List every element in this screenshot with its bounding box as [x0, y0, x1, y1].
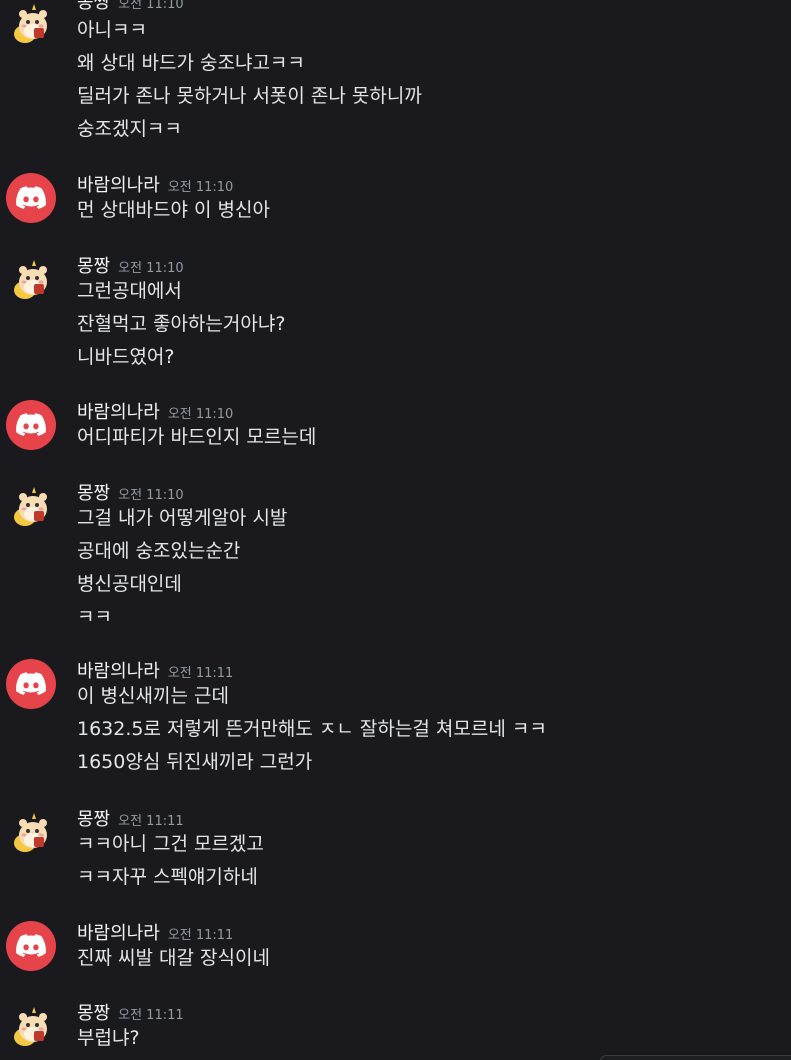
username[interactable]: 바람의나라 — [77, 402, 160, 423]
hamster-avatar-icon[interactable] — [6, 807, 56, 857]
message-header: 몽짱 오전 11:11 — [77, 999, 184, 1024]
timestamp: 오전 11:10 — [118, 488, 184, 503]
message-text: 공대에 숭조있는순간 — [77, 540, 241, 562]
username[interactable]: 몽짱 — [77, 256, 110, 277]
message-header: 바람의나라 오전 11:10 — [77, 171, 234, 196]
timestamp: 오전 11:11 — [118, 1008, 184, 1023]
message-text: 먼 상대바드야 이 병신아 — [77, 199, 270, 221]
message-text: 부럽냐? — [77, 1027, 140, 1049]
message-text: 어디파티가 바드인지 모르는데 — [77, 426, 317, 448]
timestamp: 오전 11:10 — [118, 261, 184, 276]
hamster-avatar-icon[interactable] — [6, 481, 56, 531]
message-text: 병신공대인데 — [77, 573, 182, 595]
username[interactable]: 몽짱 — [77, 1003, 110, 1024]
message-text: 진짜 씨발 대갈 장식이네 — [77, 947, 270, 969]
timestamp: 오전 11:11 — [118, 814, 184, 829]
timestamp: 오전 11:10 — [167, 407, 234, 422]
message-text: 아니ㅋㅋ — [77, 19, 147, 41]
discord-logo-icon[interactable] — [6, 921, 56, 971]
hamster-avatar-icon[interactable] — [6, 1001, 56, 1051]
message-header: 몽짱 오전 11:10 — [77, 479, 184, 504]
message-text: 잔혈먹고 좋아하는거아냐? — [77, 313, 286, 335]
message-text: ㅋㅋ — [77, 606, 112, 628]
timestamp: 오전 11:10 — [118, 0, 184, 12]
username[interactable]: 바람의나라 — [77, 661, 160, 682]
message-text: 1650양심 뒤진새끼라 그런가 — [77, 751, 313, 773]
username[interactable]: 몽짱 — [77, 0, 110, 13]
hamster-avatar-icon[interactable] — [6, 0, 56, 48]
username[interactable]: 바람의나라 — [77, 175, 160, 196]
timestamp: 오전 11:11 — [167, 666, 234, 681]
message-text: 숭조겠지ㅋㅋ — [77, 118, 182, 140]
message-text: 그걸 내가 어떻게알아 시발 — [77, 507, 288, 529]
message-header: 바람의나라 오전 11:10 — [77, 398, 234, 423]
jump-to-present-bar[interactable] — [600, 1055, 791, 1060]
username[interactable]: 몽짱 — [77, 483, 110, 504]
message-text: 니바드였어? — [77, 346, 175, 368]
timestamp: 오전 11:11 — [167, 928, 234, 943]
discord-logo-icon[interactable] — [6, 173, 56, 223]
message-header: 바람의나라 오전 11:11 — [77, 919, 234, 944]
hamster-avatar-icon[interactable] — [6, 254, 56, 304]
message-header: 몽짱 오전 11:10 — [77, 252, 184, 277]
message-header: 몽짱 오전 11:10 — [77, 0, 184, 13]
discord-logo-icon[interactable] — [6, 659, 56, 709]
username[interactable]: 몽짱 — [77, 809, 110, 830]
discord-logo-icon[interactable] — [6, 400, 56, 450]
message-text: 이 병신새끼는 근데 — [77, 685, 229, 707]
chat-message-list[interactable]: 몽짱 오전 11:10 아니ㅋㅋ 왜 상대 바드가 숭조냐고ㅋㅋ 딜러가 존나 못… — [0, 0, 791, 1060]
message-text: ㅋㅋ자꾸 스펙얘기하네 — [77, 866, 258, 888]
message-text: 1632.5로 저렇게 뜬거만해도 ㅈㄴ 잘하는걸 쳐모르네 ㅋㅋ — [77, 718, 547, 740]
message-text: 그런공대에서 — [77, 280, 182, 302]
timestamp: 오전 11:10 — [167, 180, 234, 195]
message-header: 몽짱 오전 11:11 — [77, 805, 184, 830]
message-text: ㅋㅋ아니 그건 모르겠고 — [77, 833, 264, 855]
message-header: 바람의나라 오전 11:11 — [77, 657, 234, 682]
message-text: 왜 상대 바드가 숭조냐고ㅋㅋ — [77, 52, 305, 74]
message-text: 딜러가 존나 못하거나 서폿이 존나 못하니까 — [77, 85, 422, 107]
username[interactable]: 바람의나라 — [77, 923, 160, 944]
